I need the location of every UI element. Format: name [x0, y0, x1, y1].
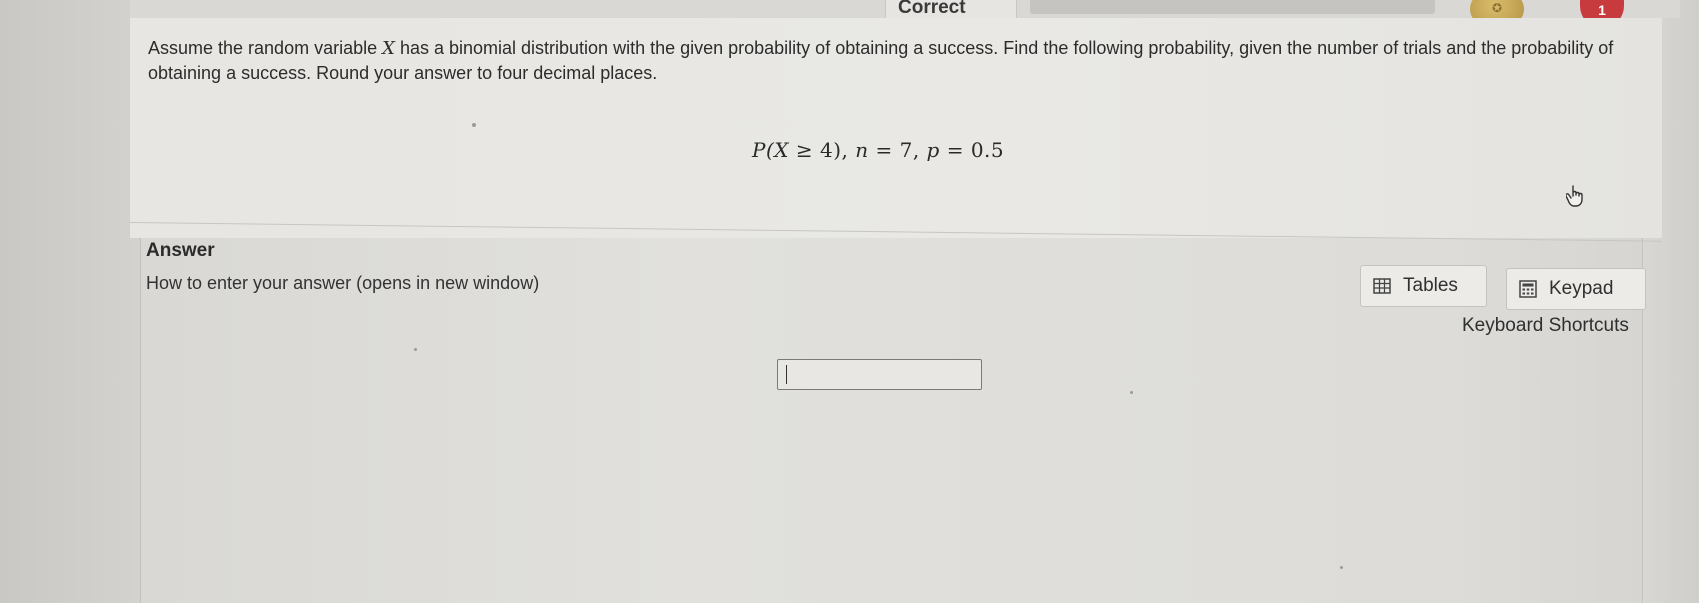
question-variable: X — [382, 38, 395, 59]
probability-formula: P(X ≥ 4), n = 7, p = 0.5 — [752, 138, 1004, 162]
how-to-enter-answer-link[interactable]: How to enter your answer (opens in new w… — [146, 273, 539, 294]
keyboard-shortcuts-link[interactable]: Keyboard Shortcuts — [1462, 315, 1629, 337]
formula-n: n — [855, 138, 869, 162]
table-icon — [1373, 278, 1391, 294]
calculator-icon — [1519, 280, 1537, 298]
left-gutter — [0, 0, 141, 603]
tables-button[interactable]: Tables — [1360, 265, 1487, 307]
dust-speck — [472, 123, 476, 127]
keypad-label: Keypad — [1549, 278, 1614, 299]
status-correct-label: Correct — [898, 0, 966, 18]
screen: Correct ✪ 1 Assume the random variable X… — [0, 0, 1699, 603]
question-text-start: Assume the random variable — [148, 38, 383, 58]
dust-speck — [1130, 391, 1133, 394]
formula-p-var: p — [926, 138, 940, 162]
question-text: Assume the random variable X has a binom… — [148, 36, 1648, 86]
formula-relation: ≥ 4), — [789, 138, 856, 162]
dust-speck — [414, 348, 417, 351]
answer-input[interactable] — [777, 359, 982, 390]
text-caret — [786, 365, 787, 384]
formula-x: X — [774, 138, 790, 162]
tables-label: Tables — [1403, 275, 1458, 296]
formula-p-value: = 0.5 — [939, 138, 1005, 162]
formula-n-value: = 7, — [868, 138, 927, 162]
hand-pointer-icon — [1566, 185, 1583, 207]
keypad-button[interactable]: Keypad — [1506, 268, 1646, 310]
answer-heading: Answer — [146, 240, 215, 261]
progress-bar — [1030, 0, 1435, 14]
formula-p: P( — [752, 138, 775, 162]
dust-speck — [1340, 566, 1343, 569]
